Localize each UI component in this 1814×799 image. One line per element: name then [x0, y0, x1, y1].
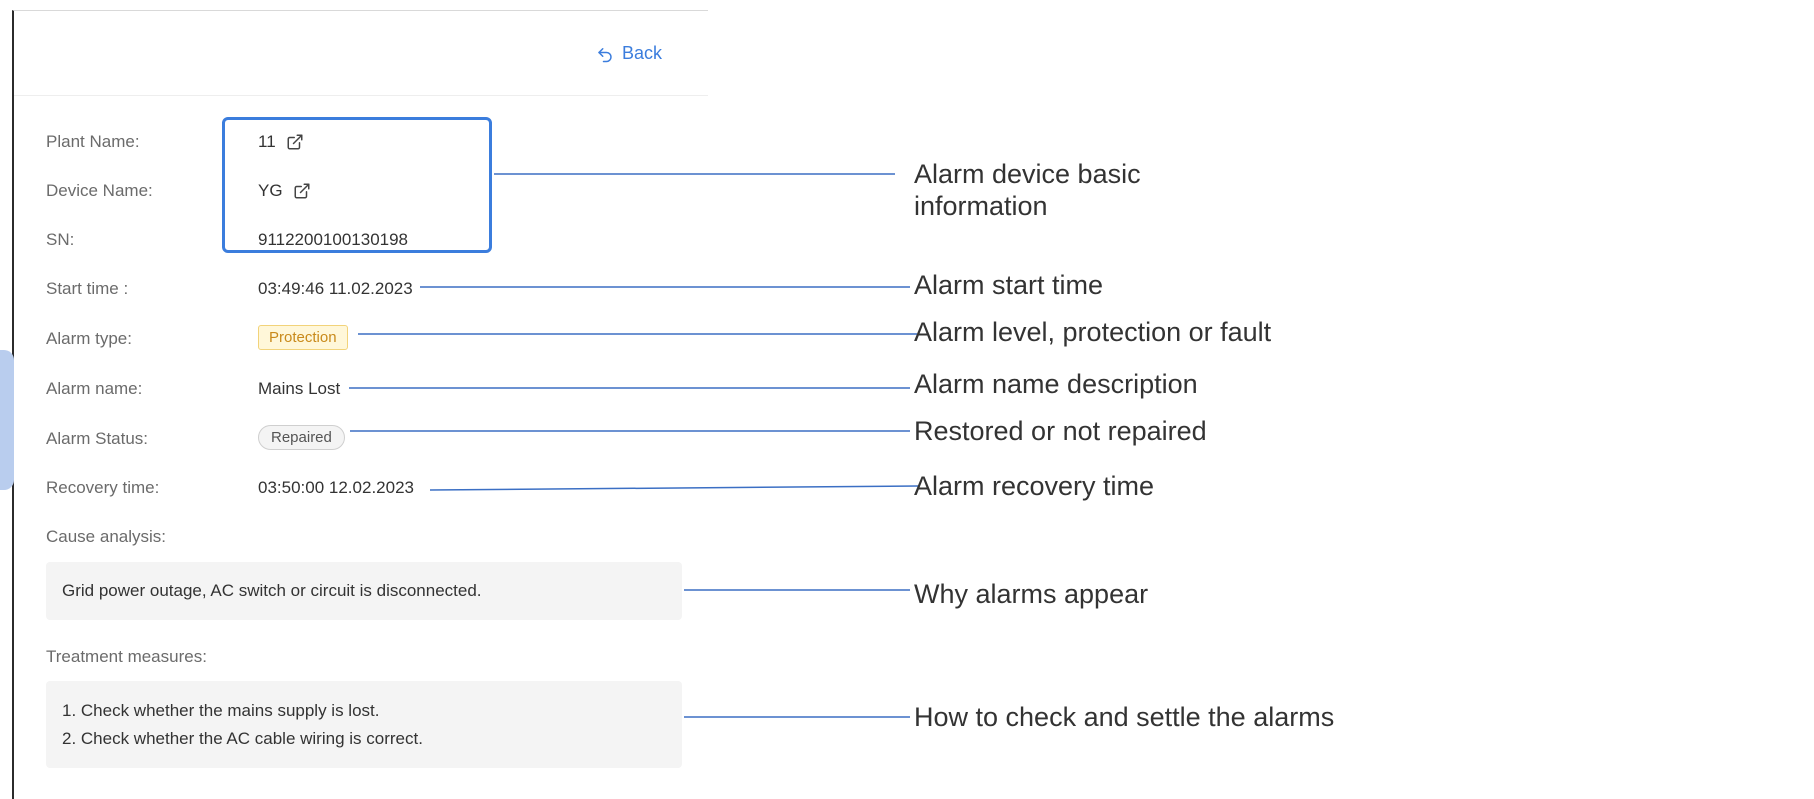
callout-alarm-name: Alarm name description	[914, 369, 1198, 399]
callout-basic-info-line2: information	[914, 191, 1048, 221]
callout-recovery-time: Alarm recovery time	[914, 471, 1155, 501]
callout-basic-info-line1: Alarm device basic	[914, 159, 1141, 189]
callout-start-time: Alarm start time	[914, 270, 1104, 300]
callout-why: Why alarms appear	[914, 579, 1149, 609]
callout-status: Restored or not repaired	[914, 416, 1207, 446]
connector-recovery-time	[429, 485, 919, 491]
callout-basic-info: Alarm device basic information	[914, 158, 1141, 222]
annotation-lines	[349, 173, 919, 718]
callout-alarm-level: Alarm level, protection or fault	[914, 317, 1272, 347]
callout-how: How to check and settle the alarms	[914, 702, 1335, 732]
